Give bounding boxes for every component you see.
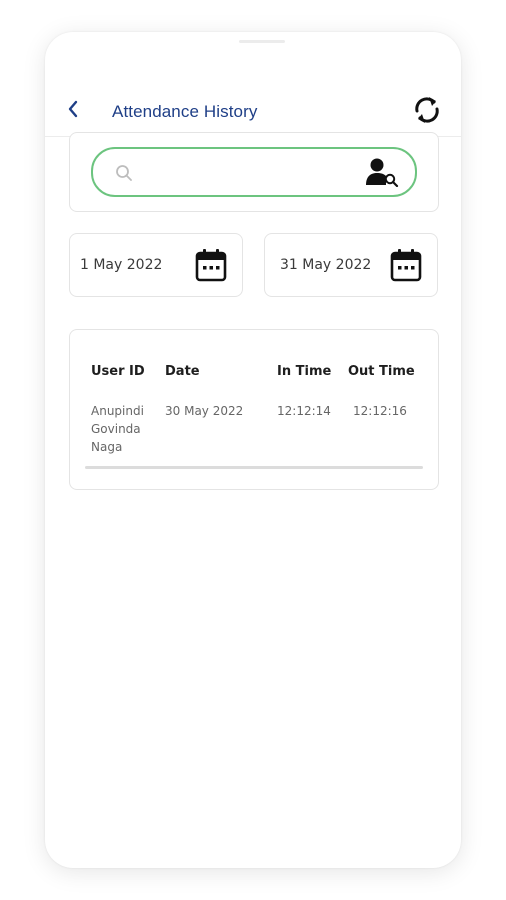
cell-out-time: 12:12:16 [353,404,407,418]
search-box[interactable] [91,147,417,197]
search-input[interactable] [145,157,359,189]
cell-user-id: Anupindi Govinda Naga [91,402,155,456]
cell-date: 30 May 2022 [165,404,244,418]
end-date-text: 31 May 2022 [280,257,372,273]
end-date-picker[interactable]: 31 May 2022 [264,233,438,297]
column-header-out-time: Out Time [348,364,415,379]
user-search-icon[interactable] [365,157,399,187]
search-icon [116,165,132,181]
user-id-line: Govinda [91,422,141,436]
speaker-notch [239,40,285,43]
refresh-button[interactable] [409,92,445,128]
phone-frame: Attendance History 1 May 2022 31 May 202… [45,32,461,868]
column-header-user-id: User ID [91,364,145,379]
calendar-icon [390,249,422,282]
back-button[interactable] [63,98,85,120]
user-id-line: Anupindi [91,404,144,418]
search-card [69,132,439,212]
table-scrollbar[interactable] [85,466,423,469]
start-date-text: 1 May 2022 [80,257,163,273]
start-date-picker[interactable]: 1 May 2022 [69,233,243,297]
calendar-icon [195,249,227,282]
chevron-left-icon [68,100,78,118]
page-title: Attendance History [112,102,258,121]
cell-in-time: 12:12:14 [277,404,331,418]
app-header: Attendance History [45,72,461,137]
user-id-line: Naga [91,440,123,454]
column-header-in-time: In Time [277,364,332,379]
attendance-table: User ID Date In Time Out Time Anupindi G… [69,329,439,490]
column-header-date: Date [165,364,200,379]
sync-icon [415,97,439,123]
